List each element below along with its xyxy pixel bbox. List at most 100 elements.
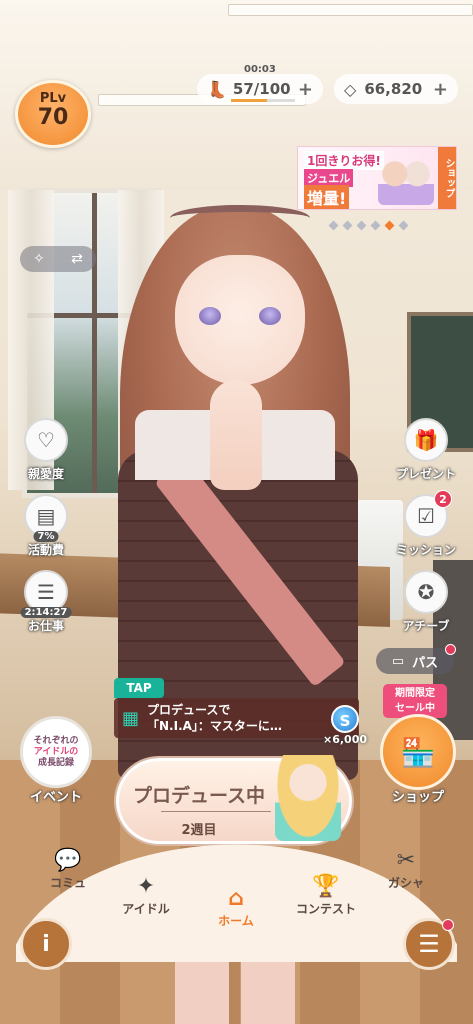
hamburger-menu-icon: ☰	[418, 930, 440, 958]
pagination-dot[interactable]	[370, 220, 381, 231]
banner-line3: 増量!	[304, 185, 350, 209]
produce-button[interactable]: プロデュース中 2週目	[116, 755, 352, 844]
stamina-value: 57/100	[232, 80, 291, 98]
stamina-progress-fill	[231, 99, 268, 102]
banner-line1: 1回きりお得!	[304, 151, 384, 170]
banner-shop-tab: ショップ	[438, 147, 456, 209]
nav-home[interactable]: ⌂ ホーム	[200, 886, 272, 929]
home-icon: ⌂	[228, 886, 244, 911]
work-timer: 2:14:27	[20, 607, 72, 618]
chat-bubble-icon: 💬	[54, 848, 82, 873]
stamina-plus-icon[interactable]: +	[298, 79, 313, 100]
storefront-icon: 🏪	[400, 735, 436, 769]
star-badge-icon: ✪	[404, 570, 448, 614]
shop-button[interactable]: 🏪	[380, 714, 456, 790]
mission-label: ミッション	[395, 543, 456, 557]
mission-line2: 「N.I.A」：マスターに…	[147, 719, 282, 733]
menu-button[interactable]: ☰	[403, 918, 455, 970]
reward-coin-icon: S	[331, 705, 359, 733]
info-icon: i	[42, 931, 50, 957]
nav-contest[interactable]: 🏆 コンテスト	[290, 874, 362, 917]
pagination-dot[interactable]	[398, 220, 409, 231]
trophy-icon: 🏆	[312, 874, 340, 899]
mission-button[interactable]: ☑ 2 ミッション	[386, 490, 466, 558]
coins-icon: ▤ 7%	[24, 494, 68, 542]
nav-contest-label: コンテスト	[295, 902, 356, 916]
pass-button[interactable]: ▭ パス	[376, 644, 456, 674]
produce-title: プロデュース中	[132, 785, 266, 807]
pagination-dot[interactable]	[356, 220, 367, 231]
event-logo-line1: それぞれの	[33, 735, 79, 746]
achievement-button[interactable]: ✪ アチーブ	[386, 570, 466, 634]
limited-sale-tag: 期間限定 セール中	[383, 684, 447, 718]
tap-tag: TAP	[114, 678, 164, 698]
pagination-dot[interactable]	[342, 220, 353, 231]
nav-idol[interactable]: ✦ アイドル	[110, 874, 182, 917]
gift-icon: 🎁	[404, 418, 448, 462]
jewel-value: 66,820	[364, 80, 423, 98]
jewel-plus-icon[interactable]: +	[433, 79, 448, 100]
gacha-icon: ✂	[396, 848, 416, 873]
notification-dot	[442, 919, 454, 931]
heart-icon: ♡	[24, 418, 68, 462]
event-button[interactable]: それぞれの アイドルの 成長記録	[20, 716, 92, 788]
promo-banner[interactable]: 1回きりお得! ジュエル 増量! ショップ	[297, 146, 457, 210]
document-icon: ☰ 2:14:27	[20, 570, 72, 618]
nav-home-label: ホーム	[218, 914, 254, 928]
eye	[259, 307, 281, 325]
idol-icon: ✦	[136, 874, 156, 899]
player-level-badge[interactable]: PLv 70	[15, 80, 91, 148]
jewel-pill[interactable]: ◇ 66,820 +	[334, 74, 458, 104]
shop-label: ショップ	[391, 790, 444, 805]
event-logo-line2: アイドルの	[33, 746, 79, 757]
produce-divider	[161, 811, 271, 812]
nav-gacha[interactable]: ✂ ガシャ	[370, 848, 442, 891]
reward-amount: ×6,000	[322, 733, 367, 746]
activity-fund-label: 活動費	[27, 543, 64, 557]
achievement-label: アチーブ	[402, 619, 450, 633]
activity-fund-button[interactable]: ▤ 7% 活動費	[6, 494, 86, 558]
mission-line1: プロデュースで	[147, 703, 231, 717]
sale-line1: 期間限定	[395, 688, 435, 699]
pagination-dot-active[interactable]	[384, 220, 395, 231]
affection-button[interactable]: ♡ 親愛度	[6, 418, 86, 482]
notification-dot	[445, 644, 456, 655]
info-button[interactable]: i	[20, 918, 72, 970]
pass-label: パス	[412, 655, 439, 671]
swap-arrows-icon: ⇄	[71, 251, 83, 267]
checklist-icon: ☑ 2	[404, 490, 452, 538]
activity-fund-percent: 7%	[33, 531, 59, 542]
calendar-icon: ▦	[122, 707, 140, 729]
work-label: お仕事	[27, 619, 64, 633]
banner-pagination	[328, 220, 409, 231]
work-button[interactable]: ☰ 2:14:27 お仕事	[6, 570, 86, 634]
character-headband	[170, 205, 310, 231]
event-label: イベント	[29, 790, 82, 805]
nav-commu[interactable]: 💬 コミュ	[32, 848, 104, 891]
event-logo: それぞれの アイドルの 成長記録	[33, 736, 78, 769]
character-face	[175, 255, 305, 385]
player-level-label: PLv	[39, 91, 67, 106]
nav-idol-label: アイドル	[122, 902, 170, 916]
eye	[199, 307, 221, 325]
diamond-icon: ◇	[344, 79, 357, 99]
boot-icon: 👢	[207, 79, 227, 99]
mission-reward: S ×6,000	[318, 705, 372, 746]
event-logo-line3: 成長記録	[37, 757, 74, 768]
ceiling-lamp	[228, 4, 473, 16]
pagination-dot[interactable]	[328, 220, 339, 231]
character-switch-button[interactable]: ✧ ⇄	[20, 246, 96, 272]
present-button[interactable]: 🎁 プレゼント	[386, 418, 466, 482]
produce-week: 2週目	[181, 823, 217, 838]
produce-idol-portrait	[275, 755, 341, 841]
mission-badge: 2	[434, 490, 452, 508]
card-icon: ▭	[391, 653, 405, 669]
nav-commu-label: コミュ	[49, 876, 86, 890]
banner-characters-image	[378, 153, 434, 205]
stamina-progress-bar	[231, 99, 295, 102]
affection-label: 親愛度	[27, 467, 64, 481]
player-level-value: 70	[37, 105, 69, 130]
character-hands	[210, 380, 262, 490]
pose-icon: ✧	[33, 251, 45, 267]
present-label: プレゼント	[395, 467, 456, 481]
